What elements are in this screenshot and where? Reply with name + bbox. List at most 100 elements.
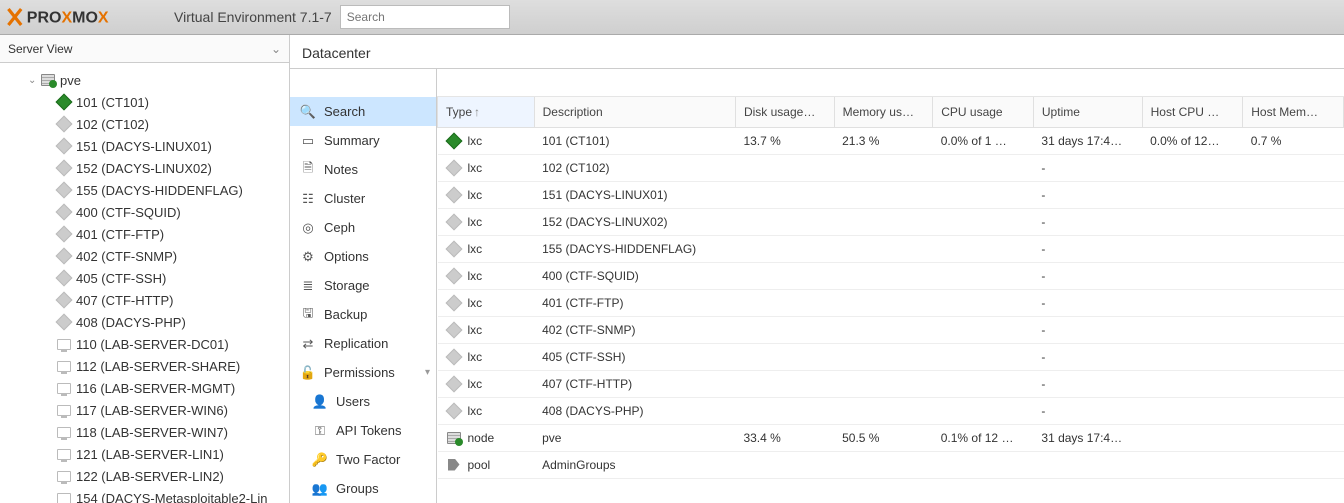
cell-hostmem: [1243, 371, 1344, 398]
col-type[interactable]: Type↑: [438, 97, 535, 127]
table-row[interactable]: nodepve33.4 %50.5 %0.1% of 12 …31 days 1…: [438, 425, 1344, 452]
tree-node-label: 117 (LAB-SERVER-WIN6): [76, 403, 228, 418]
vm-icon: [56, 446, 72, 462]
container-icon: [56, 94, 72, 110]
col-hostcpu[interactable]: Host CPU …: [1142, 97, 1243, 127]
nav-item-search[interactable]: 🔍Search: [290, 97, 436, 126]
nav-item-label: Cluster: [324, 191, 365, 206]
table-row[interactable]: lxc155 (DACYS-HIDDENFLAG)-: [438, 236, 1344, 263]
tree-node[interactable]: 400 (CTF-SQUID): [0, 201, 289, 223]
tree-node[interactable]: 112 (LAB-SERVER-SHARE): [0, 355, 289, 377]
cell-description: 102 (CT102): [534, 155, 735, 182]
resource-tree[interactable]: ⌄ pve 101 (CT101) 102 (CT102) 151 (DACYS-L…: [0, 63, 289, 503]
col-uptime[interactable]: Uptime: [1033, 97, 1142, 127]
nav-item-notes[interactable]: 🗎Notes: [290, 155, 436, 184]
tree-node[interactable]: 122 (LAB-SERVER-LIN2): [0, 465, 289, 487]
cell-uptime: -: [1033, 236, 1142, 263]
backup-icon: 🖫: [300, 304, 316, 326]
tree-node[interactable]: 110 (LAB-SERVER-DC01): [0, 333, 289, 355]
table-row[interactable]: lxc401 (CTF-FTP)-: [438, 290, 1344, 317]
cell-disk: [735, 344, 834, 371]
nav-item-cluster[interactable]: ☷Cluster: [290, 184, 436, 213]
cell-type: lxc: [438, 398, 535, 425]
nav-item-twofactor[interactable]: 🔑Two Factor: [290, 445, 436, 474]
table-row[interactable]: lxc408 (DACYS-PHP)-: [438, 398, 1344, 425]
tree-node-label: 102 (CT102): [76, 117, 149, 132]
cell-hostcpu: [1142, 290, 1243, 317]
col-cpu[interactable]: CPU usage: [933, 97, 1034, 127]
tree-node-label: 151 (DACYS-LINUX01): [76, 139, 212, 154]
tree-node[interactable]: 151 (DACYS-LINUX01): [0, 135, 289, 157]
tree-node[interactable]: 152 (DACYS-LINUX02): [0, 157, 289, 179]
cell-hostcpu: [1142, 344, 1243, 371]
cell-uptime: 31 days 17:4…: [1033, 425, 1142, 452]
nav-item-replication[interactable]: ⇄Replication: [290, 329, 436, 358]
container-icon: [56, 248, 72, 264]
cell-mem: [834, 209, 933, 236]
global-search-input[interactable]: [340, 5, 510, 29]
table-row[interactable]: lxc407 (CTF-HTTP)-: [438, 371, 1344, 398]
cell-disk: 13.7 %: [735, 127, 834, 155]
tree-node[interactable]: 155 (DACYS-HIDDENFLAG): [0, 179, 289, 201]
search-grid[interactable]: Type↑ Description Disk usage… Memory us……: [437, 97, 1344, 503]
tree-node[interactable]: 154 (DACYS-Metasploitable2-Lin: [0, 487, 289, 503]
cell-hostcpu: 0.0% of 12…: [1142, 127, 1243, 155]
nav-item-label: Permissions: [324, 365, 395, 380]
table-row[interactable]: lxc402 (CTF-SNMP)-: [438, 317, 1344, 344]
nav-item-options[interactable]: ⚙Options: [290, 242, 436, 271]
nav-item-permissions[interactable]: 🔓Permissions▾: [290, 358, 436, 387]
breadcrumb: Datacenter: [290, 35, 1344, 69]
tree-node[interactable]: 408 (DACYS-PHP): [0, 311, 289, 333]
tree-node[interactable]: 401 (CTF-FTP): [0, 223, 289, 245]
vm-icon: [56, 380, 72, 396]
col-disk[interactable]: Disk usage…: [735, 97, 834, 127]
collapse-icon[interactable]: ⌄: [28, 75, 40, 86]
nav-item-users[interactable]: 👤Users: [290, 387, 436, 416]
cell-disk: [735, 209, 834, 236]
col-description[interactable]: Description: [534, 97, 735, 127]
cell-type: lxc: [438, 182, 535, 209]
chevron-down-icon: ▾: [425, 367, 430, 378]
container-icon: [446, 351, 462, 363]
tree-node[interactable]: 117 (LAB-SERVER-WIN6): [0, 399, 289, 421]
tree-node[interactable]: 405 (CTF-SSH): [0, 267, 289, 289]
nav-item-label: Storage: [324, 278, 370, 293]
cell-mem: [834, 452, 933, 479]
tree-node[interactable]: 102 (CT102): [0, 113, 289, 135]
cell-cpu: 0.1% of 12 …: [933, 425, 1034, 452]
nav-item-groups[interactable]: 👥Groups: [290, 474, 436, 503]
cell-disk: [735, 263, 834, 290]
table-row[interactable]: lxc405 (CTF-SSH)-: [438, 344, 1344, 371]
table-row[interactable]: poolAdminGroups: [438, 452, 1344, 479]
container-icon: [56, 182, 72, 198]
table-row[interactable]: lxc151 (DACYS-LINUX01)-: [438, 182, 1344, 209]
nav-item-storage[interactable]: ≣Storage: [290, 271, 436, 300]
col-hostmem[interactable]: Host Mem…: [1243, 97, 1344, 127]
tree-node-root[interactable]: ⌄ pve: [0, 69, 289, 91]
cell-hostcpu: [1142, 236, 1243, 263]
tree-node[interactable]: 118 (LAB-SERVER-WIN7): [0, 421, 289, 443]
cell-hostcpu: [1142, 317, 1243, 344]
table-row[interactable]: lxc102 (CT102)-: [438, 155, 1344, 182]
container-icon: [446, 189, 462, 201]
tree-node[interactable]: 121 (LAB-SERVER-LIN1): [0, 443, 289, 465]
table-row[interactable]: lxc101 (CT101)13.7 %21.3 %0.0% of 1 …31 …: [438, 127, 1344, 155]
view-selector[interactable]: Server View ⌄: [0, 35, 289, 63]
vm-icon: [56, 402, 72, 418]
table-row[interactable]: lxc400 (CTF-SQUID)-: [438, 263, 1344, 290]
cell-description: 402 (CTF-SNMP): [534, 317, 735, 344]
nav-item-ceph[interactable]: ◎Ceph: [290, 213, 436, 242]
nav-item-backup[interactable]: 🖫Backup: [290, 300, 436, 329]
col-memory[interactable]: Memory us…: [834, 97, 933, 127]
tree-node[interactable]: 402 (CTF-SNMP): [0, 245, 289, 267]
nav-item-tokens[interactable]: ⚿API Tokens: [290, 416, 436, 445]
tree-node[interactable]: 101 (CT101): [0, 91, 289, 113]
table-row[interactable]: lxc152 (DACYS-LINUX02)-: [438, 209, 1344, 236]
cell-mem: [834, 182, 933, 209]
nav-item-summary[interactable]: ▭Summary: [290, 126, 436, 155]
vm-icon: [56, 468, 72, 484]
cell-disk: 33.4 %: [735, 425, 834, 452]
tree-node[interactable]: 116 (LAB-SERVER-MGMT): [0, 377, 289, 399]
container-icon: [56, 292, 72, 308]
tree-node[interactable]: 407 (CTF-HTTP): [0, 289, 289, 311]
